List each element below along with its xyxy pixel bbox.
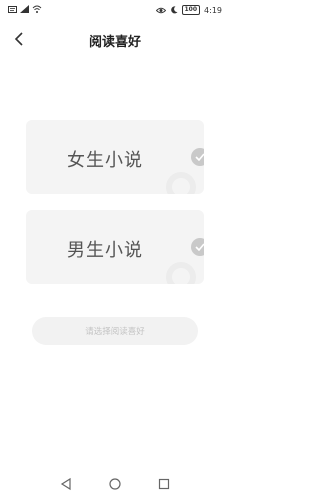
back-triangle-icon[interactable] (58, 476, 74, 492)
confirm-preference-button[interactable]: 请选择阅读喜好 (32, 317, 198, 345)
option-label-female: 女生小说 (67, 150, 143, 171)
message-icon (8, 5, 17, 13)
status-bar: 100 4:19 (0, 0, 230, 22)
recents-square-icon[interactable] (156, 476, 172, 492)
wifi-icon (32, 5, 42, 13)
female-novels-option[interactable]: 女生小说 (26, 120, 204, 194)
check-circle-icon (191, 148, 204, 166)
page-title: 阅读喜好 (88, 35, 141, 50)
eye-icon (155, 7, 166, 13)
status-time: 4:19 (204, 5, 222, 15)
male-novels-option[interactable]: 男生小说 (26, 210, 204, 284)
card-decoration (166, 172, 196, 194)
status-right: 100 4:19 (155, 5, 222, 15)
status-left (8, 5, 42, 13)
system-navigation-bar (0, 468, 230, 500)
navigation-bar: 阅读喜好 (0, 22, 230, 58)
card-decoration (166, 262, 196, 284)
moon-icon (170, 6, 177, 14)
home-circle-icon[interactable] (107, 476, 123, 492)
signal-icon (20, 5, 29, 13)
check-circle-icon (191, 238, 204, 256)
option-label-male: 男生小说 (67, 240, 143, 261)
battery-indicator: 100 (181, 5, 201, 15)
